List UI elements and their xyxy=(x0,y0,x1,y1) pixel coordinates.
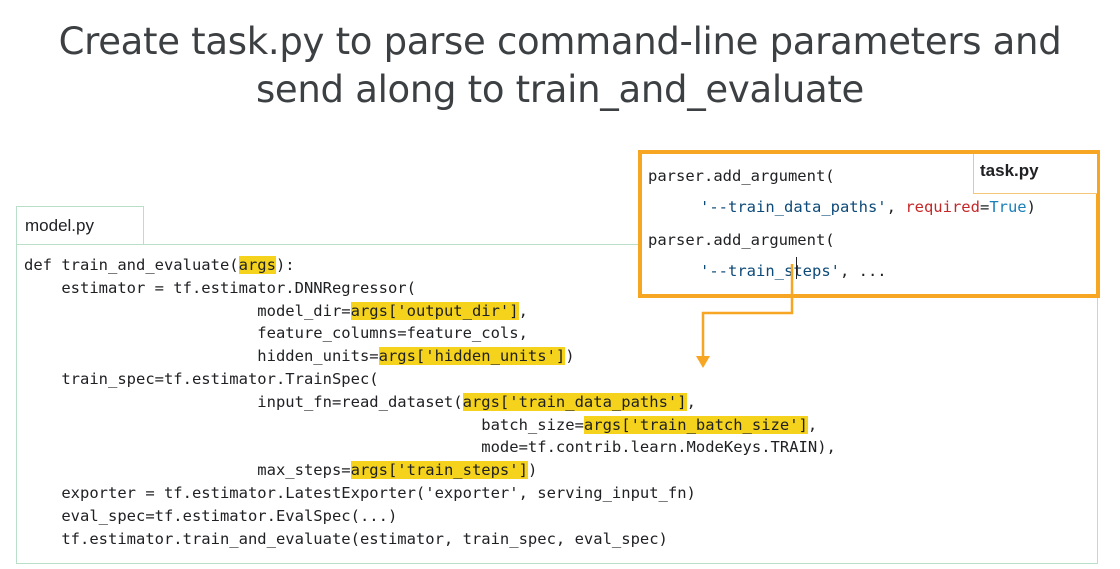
connector-arrow-line xyxy=(701,264,794,358)
connector-arrow-head xyxy=(696,356,710,368)
connector-arrow-icon xyxy=(696,264,794,368)
